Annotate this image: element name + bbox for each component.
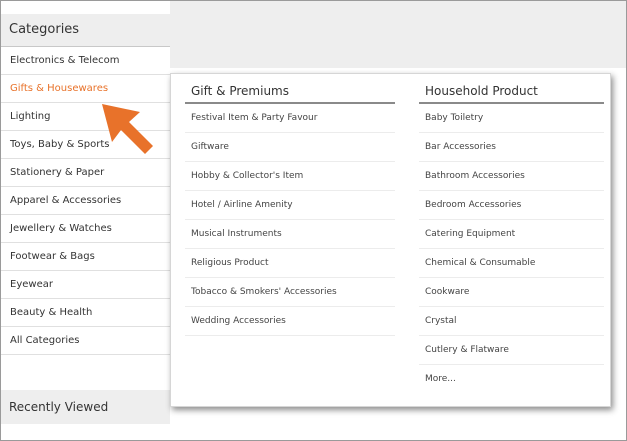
screenshot-frame [0,0,627,441]
